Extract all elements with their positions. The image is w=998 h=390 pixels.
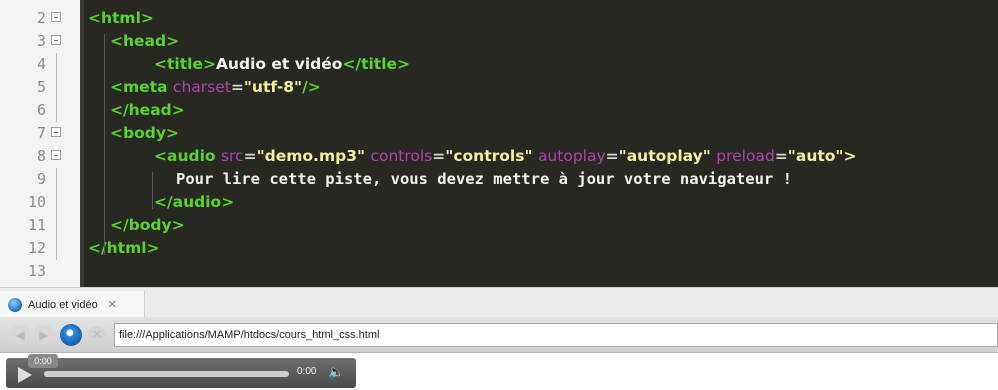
browser-tab-bar: Audio et vidéo ✕ [0, 287, 998, 318]
code-token: Audio et vidéo [215, 55, 343, 73]
code-token: = [774, 147, 788, 165]
code-line[interactable]: 9 Pour lire cette piste, vous devez mettr… [0, 168, 998, 191]
line-number: 2 [36, 9, 46, 27]
code-token: "auto"> [787, 147, 857, 165]
fold-toggle-icon[interactable] [51, 127, 61, 137]
code-token: </body> [110, 216, 185, 234]
fold-guide [56, 168, 57, 191]
code-token: = [243, 147, 257, 165]
forward-arrow-icon[interactable]: ▶ [34, 325, 54, 345]
code-line[interactable]: 11 </body> [0, 214, 998, 237]
seek-bar[interactable] [44, 371, 289, 377]
line-number: 10 [27, 193, 46, 211]
code-token: charset [172, 78, 231, 96]
fold-guide [56, 53, 57, 76]
code-line[interactable]: 10 </audio> [0, 191, 998, 214]
code-text: <audio src="demo.mp3" controls="controls… [154, 145, 857, 168]
code-text: </body> [110, 214, 185, 237]
code-line[interactable]: 8 <audio src="demo.mp3" controls="control… [0, 145, 998, 168]
fold-guide [56, 99, 57, 122]
volume-icon[interactable]: 🔈 [328, 364, 344, 380]
time-display: 0:00 [297, 366, 317, 377]
code-line[interactable]: 2 <html> [0, 7, 998, 30]
back-arrow-icon[interactable]: ◀ [10, 325, 30, 345]
code-token: = [432, 147, 446, 165]
page-content: 0:00 0:00 🔈 [0, 353, 998, 390]
address-bar[interactable]: file:///Applications/MAMP/htdocs/cours_h… [114, 323, 998, 347]
fold-guide [56, 76, 57, 99]
line-number: 9 [36, 170, 46, 188]
browser-toolbar: ◀ ▶ ✕ file:///Applications/MAMP/htdocs/c… [0, 317, 998, 353]
code-text: Pour lire cette piste, vous devez mettre… [176, 168, 792, 191]
code-token: <html> [88, 9, 154, 27]
code-token: <head> [110, 32, 180, 50]
fold-toggle-icon[interactable] [51, 35, 61, 45]
indent-guide [104, 34, 105, 255]
code-text: <head> [110, 30, 179, 53]
code-line[interactable]: 3 <head> [0, 30, 998, 53]
code-line[interactable]: 5 <meta charset="utf-8"/> [0, 76, 998, 99]
code-line[interactable]: 13 [0, 260, 998, 283]
code-token: Pour lire cette piste, vous devez mettre… [176, 170, 792, 188]
code-token: = [230, 78, 244, 96]
fold-guide [56, 191, 57, 214]
code-token: /> [302, 78, 321, 96]
line-number: 6 [36, 101, 46, 119]
code-line[interactable]: 6 </head> [0, 99, 998, 122]
indent-guide [152, 172, 153, 209]
code-token: src [220, 147, 244, 165]
browser-tab[interactable]: Audio et vidéo ✕ [0, 291, 145, 318]
code-token: <meta [110, 78, 173, 96]
code-token: = [605, 147, 619, 165]
code-token: "autoplay" [618, 147, 717, 165]
code-text: </head> [110, 99, 185, 122]
line-number: 13 [27, 262, 46, 280]
code-text: </html> [88, 237, 160, 260]
line-number: 3 [36, 32, 46, 50]
fold-toggle-icon[interactable] [51, 12, 61, 22]
code-text: <title>Audio et vidéo</title> [154, 53, 410, 76]
line-number: 12 [27, 239, 46, 257]
code-token: </audio> [154, 193, 235, 211]
play-icon[interactable] [18, 367, 32, 383]
code-text: </audio> [154, 191, 234, 214]
code-token: <body> [110, 124, 179, 142]
browser-logo-icon [8, 297, 22, 312]
code-line[interactable]: 12 </html> [0, 237, 998, 260]
code-token: "demo.mp3" [256, 147, 371, 165]
audio-player[interactable]: 0:00 0:00 🔈 [6, 354, 356, 388]
code-token: </head> [110, 101, 185, 119]
code-text: <html> [88, 7, 154, 30]
code-editor[interactable]: 2 <html> 3 <head> 4 <title>Audio et vidéo</ti… [0, 0, 998, 287]
code-token: <title> [154, 55, 216, 73]
close-icon[interactable]: ✕ [108, 298, 117, 311]
code-token: <audio [154, 147, 221, 165]
line-number: 5 [36, 78, 46, 96]
fold-toggle-icon[interactable] [51, 150, 61, 160]
stop-icon[interactable]: ✕ [88, 326, 106, 344]
code-text: <meta charset="utf-8"/> [110, 76, 321, 99]
code-token: autoplay [537, 147, 606, 165]
line-number: 4 [36, 55, 46, 73]
code-line[interactable]: 4 <title>Audio et vidéo</title> [0, 53, 998, 76]
time-tooltip: 0:00 [28, 354, 58, 368]
code-text: <body> [110, 122, 179, 145]
code-token: "controls" [445, 147, 538, 165]
fold-guide [56, 214, 57, 237]
code-line[interactable]: 7 <body> [0, 122, 998, 145]
line-number: 11 [27, 216, 46, 234]
code-token: </title> [342, 55, 411, 73]
code-token: </html> [88, 239, 160, 257]
line-number: 7 [36, 124, 46, 142]
fold-guide [56, 237, 57, 260]
code-token: "utf-8" [243, 78, 303, 96]
tab-title: Audio et vidéo [28, 298, 98, 311]
internet-explorer-icon[interactable] [60, 324, 82, 346]
code-token: controls [370, 147, 433, 165]
line-number: 8 [36, 147, 46, 165]
code-token: preload [716, 147, 775, 165]
